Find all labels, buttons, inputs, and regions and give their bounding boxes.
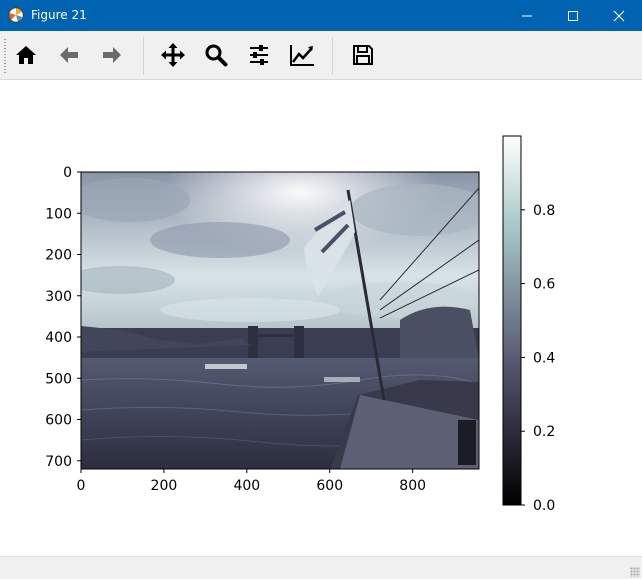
x-tick-label: 0 bbox=[77, 478, 86, 494]
figure-window: Figure 21 0 200 400 600 800 0 100 200 30… bbox=[0, 0, 642, 579]
close-button[interactable] bbox=[596, 0, 642, 31]
line-chart-icon bbox=[290, 45, 314, 66]
zoom-button[interactable] bbox=[199, 38, 233, 72]
title-bar[interactable]: Figure 21 bbox=[0, 0, 642, 31]
save-button[interactable] bbox=[346, 38, 380, 72]
arrow-right-icon bbox=[103, 47, 121, 63]
maximize-button[interactable] bbox=[550, 0, 596, 31]
back-button[interactable] bbox=[52, 38, 86, 72]
x-tick-label: 200 bbox=[151, 478, 178, 494]
minimize-button[interactable] bbox=[504, 0, 550, 31]
matplotlib-icon bbox=[8, 7, 24, 23]
colorbar-tick-label: 0.2 bbox=[533, 424, 555, 440]
y-tick-label: 300 bbox=[45, 289, 72, 305]
x-tick-label: 400 bbox=[233, 478, 260, 494]
toolbar-grip[interactable] bbox=[4, 39, 6, 73]
x-axis: 0 200 400 600 800 bbox=[77, 469, 426, 494]
figure-canvas[interactable]: 0 200 400 600 800 0 100 200 300 400 500 600 700 0.0… bbox=[0, 80, 642, 556]
image-axes: 0 200 400 600 800 0 100 200 300 400 500 600 700 bbox=[45, 165, 480, 494]
edit-axes-button[interactable] bbox=[285, 38, 319, 72]
status-bar bbox=[0, 556, 642, 579]
y-tick-label: 500 bbox=[45, 371, 72, 387]
minimize-icon bbox=[522, 15, 532, 17]
colorbar: 0.0 0.2 0.4 0.6 0.8 bbox=[502, 135, 555, 514]
y-axis: 0 100 200 300 400 500 600 700 bbox=[45, 165, 81, 470]
configure-subplots-button[interactable] bbox=[242, 38, 276, 72]
y-tick-label: 400 bbox=[45, 330, 72, 346]
figure-svg: 0 200 400 600 800 0 100 200 300 400 500 600 700 0.0… bbox=[45, 135, 555, 514]
y-tick-label: 700 bbox=[45, 454, 72, 470]
y-tick-label: 0 bbox=[63, 165, 72, 181]
maximize-icon bbox=[568, 11, 578, 21]
colorbar-gradient bbox=[503, 136, 521, 505]
y-tick-label: 200 bbox=[45, 248, 72, 264]
home-icon bbox=[16, 46, 36, 64]
close-icon bbox=[613, 10, 625, 22]
y-tick-label: 100 bbox=[45, 206, 72, 222]
toolbar-separator bbox=[332, 37, 333, 75]
window-title: Figure 21 bbox=[31, 8, 87, 22]
pan-button[interactable] bbox=[156, 38, 190, 72]
forward-button[interactable] bbox=[95, 38, 129, 72]
x-tick-label: 800 bbox=[399, 478, 426, 494]
resize-grip-icon[interactable] bbox=[630, 567, 640, 577]
move-icon bbox=[161, 43, 185, 67]
colorbar-axis: 0.0 0.2 0.4 0.6 0.8 bbox=[521, 203, 555, 514]
home-button[interactable] bbox=[9, 38, 43, 72]
x-tick-label: 600 bbox=[316, 478, 343, 494]
colorbar-tick-label: 0.0 bbox=[533, 498, 555, 514]
magnifier-icon bbox=[205, 44, 228, 67]
toolbar-separator bbox=[143, 37, 144, 75]
navigation-toolbar bbox=[0, 31, 642, 80]
floppy-disk-icon bbox=[353, 45, 373, 65]
colorbar-tick-label: 0.8 bbox=[533, 203, 555, 219]
y-tick-label: 600 bbox=[45, 413, 72, 429]
bone-colormap-image bbox=[81, 172, 479, 469]
sliders-icon bbox=[250, 45, 268, 65]
colorbar-tick-label: 0.4 bbox=[533, 350, 555, 366]
arrow-left-icon bbox=[60, 47, 78, 63]
colorbar-tick-label: 0.6 bbox=[533, 277, 555, 293]
